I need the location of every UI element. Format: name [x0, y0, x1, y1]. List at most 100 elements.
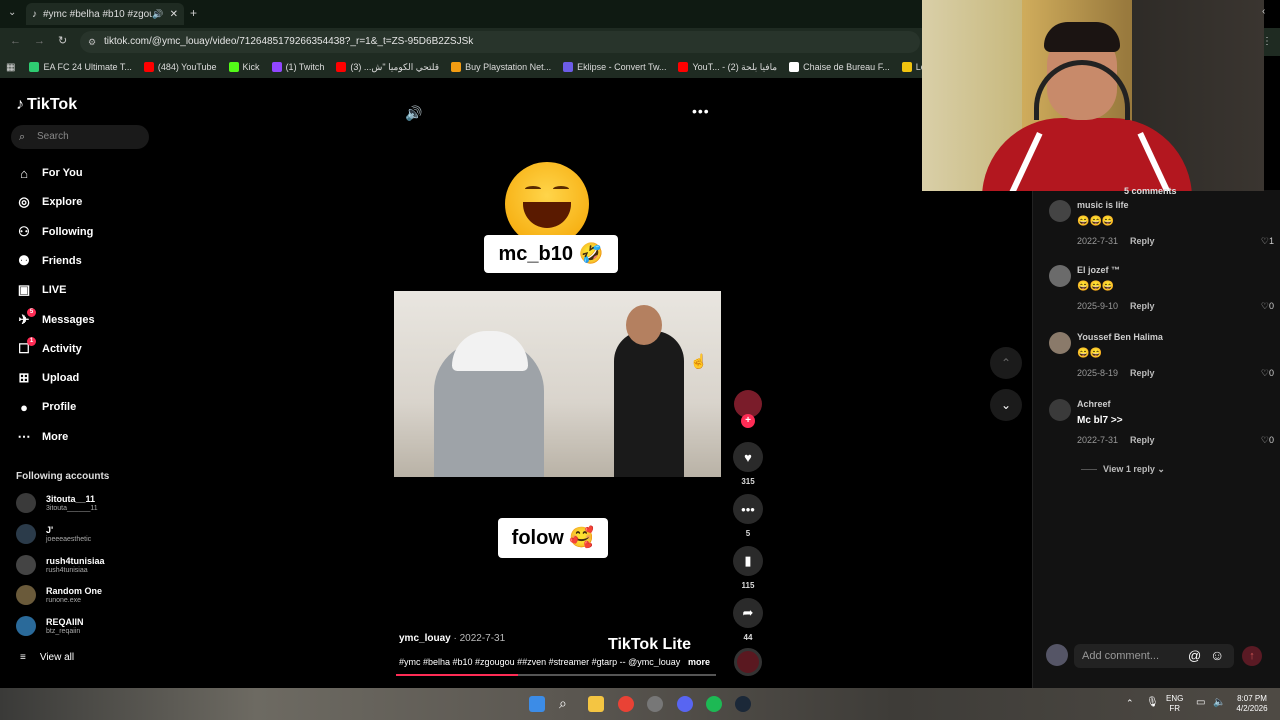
previous-video-chevron-up-icon[interactable]: ⌃	[990, 347, 1022, 379]
bookmark-item[interactable]: EA FC 24 Ultimate T...	[29, 62, 132, 73]
network-icon[interactable]: ▭	[1196, 697, 1205, 708]
sidebar-item-for-you[interactable]: ⌂ For You	[16, 165, 82, 181]
discord-icon[interactable]	[677, 696, 693, 712]
reply-button[interactable]: Reply	[1130, 236, 1155, 246]
reply-button[interactable]: Reply	[1130, 435, 1155, 445]
view-replies-button[interactable]: View 1 reply ⌄	[1081, 464, 1165, 475]
avatar	[16, 523, 36, 544]
bookmark-label: EA FC 24 Ultimate T...	[43, 62, 132, 72]
sound-disc-avatar[interactable]	[734, 648, 762, 676]
mention-at-icon[interactable]: @	[1188, 648, 1201, 663]
volume-tray-icon[interactable]: 🔈	[1213, 697, 1225, 708]
share-button[interactable]: ➦ 44	[733, 598, 763, 642]
comment-button[interactable]: ••• 5	[733, 494, 763, 538]
commenter-avatar[interactable]	[1049, 332, 1071, 354]
following-account[interactable]: Random One runone.exe	[16, 585, 103, 606]
view-all-button[interactable]: ≡ View all	[20, 652, 74, 663]
tab-list-chevron-icon[interactable]: ⌄	[8, 7, 16, 18]
sidebar-item-friends[interactable]: ⚉ Friends	[16, 253, 82, 269]
tiktok-logo[interactable]: ♪ TikTok	[16, 96, 77, 114]
commenter-name[interactable]: Youssef Ben Halima	[1077, 332, 1163, 342]
profile-avatar: ●	[20, 399, 28, 415]
tray-chevron-up-icon[interactable]: ⌃	[1126, 698, 1134, 709]
chrome-icon[interactable]	[618, 696, 634, 712]
microphone-icon[interactable]: 🎙	[1146, 697, 1159, 708]
commenter-avatar[interactable]	[1049, 200, 1071, 222]
more-options-icon[interactable]: •••	[692, 103, 710, 119]
next-video-chevron-down-icon[interactable]: ⌄	[990, 389, 1022, 421]
speaker-icon[interactable]: 🔊	[152, 9, 163, 20]
browser-tab[interactable]: ♪ #ymc #belha #b10 #zgougou 🔊 ✕	[26, 3, 184, 25]
tab-close-icon[interactable]: ✕	[170, 9, 178, 20]
sidebar-item-upload[interactable]: ⊞ Upload	[16, 370, 80, 386]
apps-grid-icon[interactable]: ▦	[6, 62, 15, 73]
spotify-icon[interactable]	[706, 696, 722, 712]
clock[interactable]: 8:07 PM 4/2/2026	[1232, 694, 1272, 714]
commenter-name[interactable]: El jozef ™	[1077, 265, 1120, 275]
emoji-picker-icon[interactable]: ☺	[1210, 647, 1224, 663]
bookmark-item[interactable]: Kick	[228, 62, 260, 73]
reply-button[interactable]: Reply	[1130, 368, 1155, 378]
following-account[interactable]: REQAIIN btz_reqaiin	[16, 616, 84, 637]
following-account[interactable]: rush4tunisiaa rush4tunisiaa	[16, 554, 105, 575]
reload-icon[interactable]: ↻	[58, 34, 67, 47]
commenter-name[interactable]: music is life	[1077, 200, 1129, 210]
follow-plus-button[interactable]: +	[741, 414, 755, 428]
video-clip[interactable]: ☝	[394, 291, 721, 477]
post-comment-button[interactable]: ↑	[1242, 646, 1262, 666]
bookmark-item[interactable]: (1) Twitch	[271, 62, 324, 73]
comment-like-button[interactable]: ♡0	[1261, 435, 1274, 446]
reply-button[interactable]: Reply	[1130, 301, 1155, 311]
file-explorer-icon[interactable]	[588, 696, 604, 712]
settings-app-icon[interactable]	[647, 696, 663, 712]
bookmark-item[interactable]: (484) YouTube	[143, 62, 217, 73]
live-icon: ▣	[17, 282, 31, 298]
comment-like-button[interactable]: ♡0	[1261, 368, 1274, 379]
bookmark-item[interactable]: Chaise de Bureau F...	[789, 62, 890, 73]
bookmark-item[interactable]: Eklipse - Convert Tw...	[563, 62, 666, 73]
taskbar-search-icon[interactable]: ⌕	[559, 695, 567, 712]
caption-more-link[interactable]: more	[688, 657, 710, 667]
sidebar-item-explore[interactable]: ◎ Explore	[16, 194, 82, 210]
following-account[interactable]: J' joeeeaesthetic	[16, 523, 91, 544]
save-button[interactable]: ▮ 115	[733, 546, 763, 590]
comment-like-button[interactable]: ♡0	[1261, 301, 1274, 312]
webcam-streamer-hair	[1044, 22, 1120, 52]
video-progress-bar[interactable]	[396, 674, 716, 676]
new-tab-plus-icon[interactable]: +	[190, 6, 197, 20]
sidebar-item-messages[interactable]: ✈ 5 Messages	[16, 307, 95, 328]
sidebar-item-following[interactable]: ⚇ Following	[16, 224, 93, 240]
url-field[interactable]: ⚙ tiktok.com/@ymc_louay/video/7126485179…	[80, 31, 920, 53]
account-name: Random One	[46, 586, 103, 597]
video-author[interactable]: ymc_louay · 2022-7-31	[399, 633, 505, 644]
commenter-name[interactable]: Achreef	[1077, 399, 1111, 409]
sidebar-item-live[interactable]: ▣ LIVE	[16, 282, 67, 298]
language-indicator[interactable]: ENG FR	[1166, 694, 1183, 714]
author-name[interactable]: ymc_louay	[399, 633, 451, 644]
comment-like-button[interactable]: ♡1	[1261, 236, 1274, 247]
sidebar-item-label: Friends	[42, 254, 82, 267]
sidebar-item-profile[interactable]: ● Profile	[16, 399, 76, 415]
add-comment-bar: Add comment... @ ☺ ↑	[1046, 644, 1266, 668]
bookmark-item[interactable]: YouT... - مافيا بلحة (2)	[678, 62, 777, 73]
browser-menu-icon[interactable]: ⋮	[1262, 36, 1272, 47]
bookmark-item[interactable]: قلتحي الكوميا "ش... (3)	[336, 62, 439, 73]
volume-icon[interactable]: 🔊	[405, 105, 422, 122]
person-standing-head	[626, 305, 662, 345]
following-account[interactable]: 3itouta__11 3itouta______11	[16, 493, 98, 513]
search-input[interactable]: ⌕ Search	[11, 125, 149, 149]
commenter-avatar[interactable]	[1049, 399, 1071, 421]
site-info-icon[interactable]: ⚙	[88, 31, 96, 53]
sidebar-item-activity[interactable]: ☐ 1 Activity	[16, 336, 82, 357]
side-panel-chevron-icon[interactable]: ‹	[1262, 6, 1265, 17]
like-button[interactable]: ♥ 315	[733, 442, 763, 486]
comment-meta: 2025-8-19 Reply	[1077, 368, 1155, 378]
bookmark-item[interactable]: Buy Playstation Net...	[451, 62, 551, 73]
windows-start-icon[interactable]	[529, 696, 545, 712]
sidebar-item-more[interactable]: ⋯ More	[16, 429, 69, 445]
bookmark-item[interactable]: Logitech Brio Strea...	[901, 62, 922, 73]
forward-icon[interactable]: →	[34, 35, 45, 47]
steam-icon[interactable]	[735, 696, 751, 712]
back-icon[interactable]: ←	[10, 35, 21, 47]
commenter-avatar[interactable]	[1049, 265, 1071, 287]
